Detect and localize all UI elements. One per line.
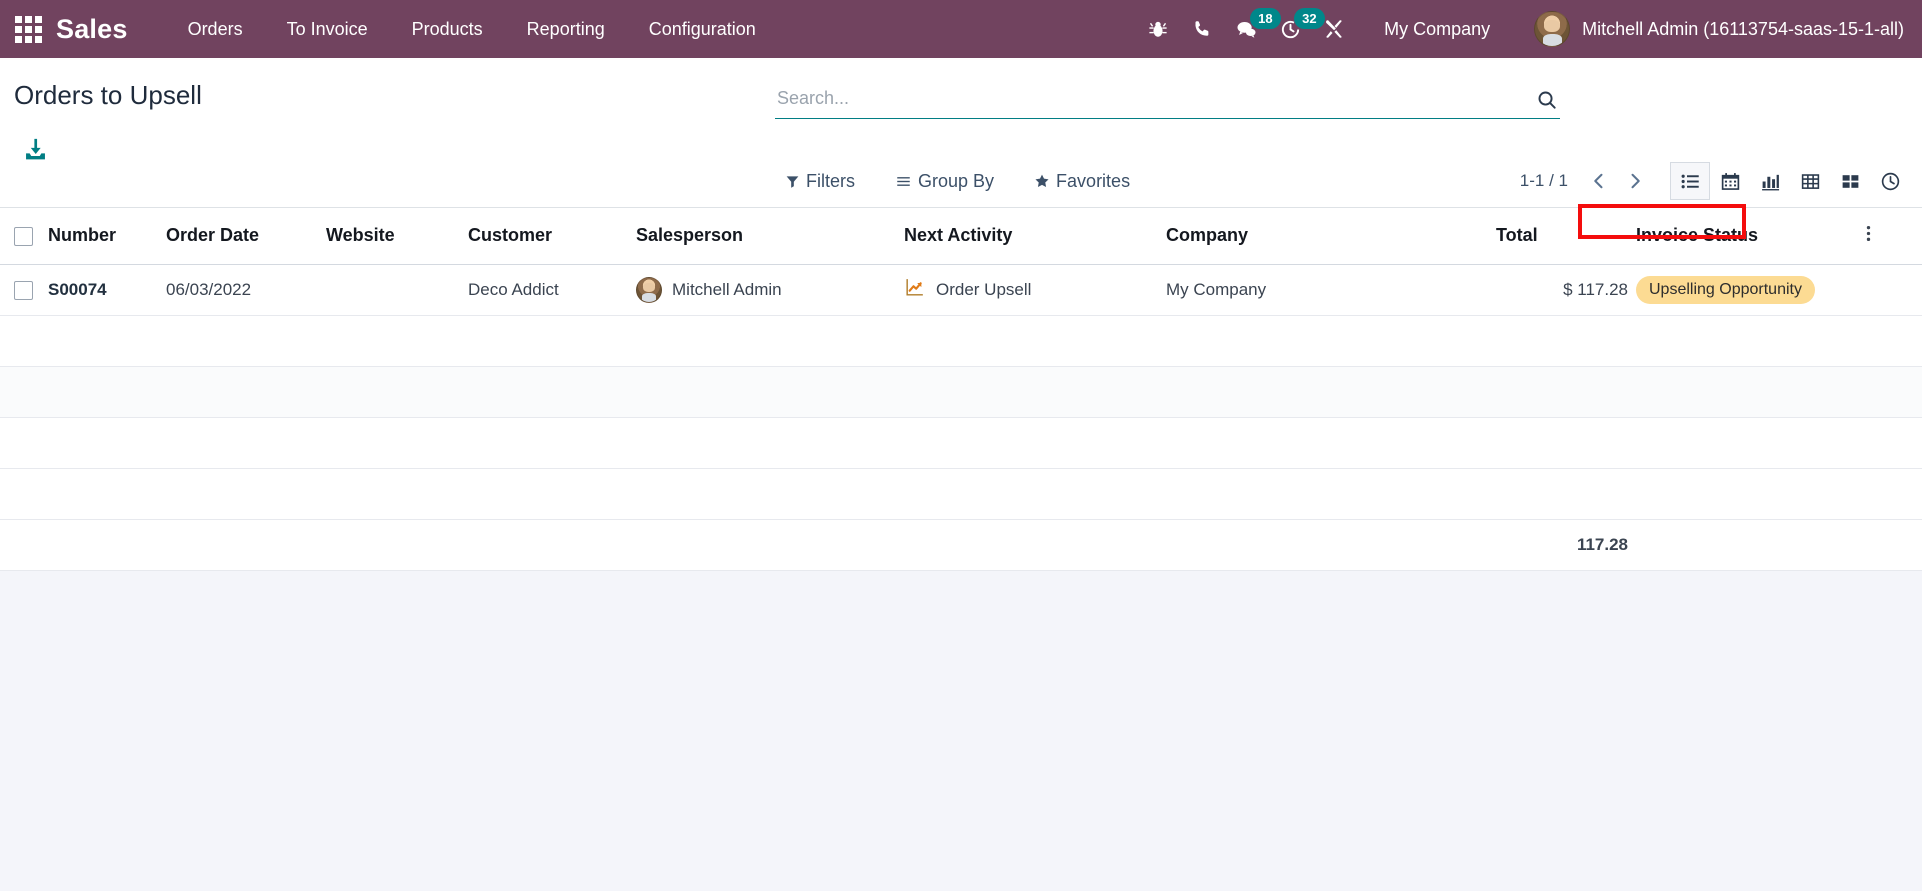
table-body: S00074 06/03/2022 Deco Addict Mitchell A… xyxy=(0,264,1922,571)
user-name-label: Mitchell Admin (16113754-saas-15-1-all) xyxy=(1582,18,1904,39)
pivot-table-icon[interactable] xyxy=(1790,162,1830,200)
pager-value[interactable]: 1-1 / 1 xyxy=(1508,171,1580,191)
control-panel: Orders to Upsell Search... Filters Group… xyxy=(0,58,1922,208)
order-number: S00074 xyxy=(48,279,107,299)
cell-next-activity: Order Upsell xyxy=(904,264,1166,316)
header-invoice-status[interactable]: Invoice Status xyxy=(1636,208,1866,265)
cell-order-date: 06/03/2022 xyxy=(166,264,326,316)
bug-icon[interactable] xyxy=(1136,0,1180,58)
header-next-activity[interactable]: Next Activity xyxy=(904,208,1166,265)
menu-to-invoice[interactable]: To Invoice xyxy=(265,0,390,58)
row-checkbox[interactable] xyxy=(14,280,33,300)
view-switcher xyxy=(1670,162,1910,200)
avatar xyxy=(1534,11,1571,47)
empty-cell xyxy=(0,468,1922,520)
cell-company: My Company xyxy=(1166,264,1496,316)
bar-chart-icon[interactable] xyxy=(1750,162,1790,200)
kanban-icon[interactable] xyxy=(1830,162,1870,200)
salesperson-name: Mitchell Admin xyxy=(672,279,782,299)
page-root: Sales Orders To Invoice Products Reporti… xyxy=(0,0,1922,891)
header-company[interactable]: Company xyxy=(1166,208,1496,265)
pager-and-views: 1-1 / 1 xyxy=(1508,162,1910,200)
status-badge: Upselling Opportunity xyxy=(1636,275,1815,304)
menu-configuration[interactable]: Configuration xyxy=(627,0,778,58)
optional-columns-button[interactable] xyxy=(1866,208,1922,265)
empty-cell xyxy=(0,366,1922,418)
empty-cell xyxy=(0,315,1922,367)
group-by-label: Group By xyxy=(918,170,995,191)
menu-orders[interactable]: Orders xyxy=(166,0,265,58)
vertical-dots-icon xyxy=(1866,223,1871,249)
empty-row xyxy=(0,468,1922,520)
cell-total: $ 117.28 xyxy=(1496,264,1636,316)
apps-grid-icon xyxy=(14,15,42,43)
top-navbar: Sales Orders To Invoice Products Reporti… xyxy=(0,0,1922,58)
chevron-left-icon[interactable] xyxy=(1582,164,1616,198)
chevron-right-icon[interactable] xyxy=(1618,164,1652,198)
orders-table: Number Order Date Website Customer Sales… xyxy=(0,208,1922,571)
page-title: Orders to Upsell xyxy=(14,80,202,110)
search-box[interactable] xyxy=(775,84,1560,119)
search-options-row: Filters Group By Favorites 1-1 / 1 xyxy=(775,158,1910,204)
phone-icon[interactable] xyxy=(1180,0,1224,58)
footer-total-amount: 117.28 xyxy=(1496,519,1636,571)
next-activity-label: Order Upsell xyxy=(936,279,1032,299)
list-icon[interactable] xyxy=(1670,162,1710,200)
clock-icon[interactable] xyxy=(1870,162,1910,200)
menu-reporting[interactable]: Reporting xyxy=(505,0,627,58)
favorites-label: Favorites xyxy=(1056,170,1131,191)
group-by-dropdown[interactable]: Group By xyxy=(885,167,1004,196)
filters-label: Filters xyxy=(806,170,855,191)
header-order-date[interactable]: Order Date xyxy=(166,208,326,265)
tools-icon[interactable] xyxy=(1312,0,1356,58)
orders-list: Number Order Date Website Customer Sales… xyxy=(0,208,1922,571)
table-row[interactable]: S00074 06/03/2022 Deco Addict Mitchell A… xyxy=(0,264,1922,316)
empty-row xyxy=(0,315,1922,367)
messages-icon[interactable]: 18 xyxy=(1224,0,1281,58)
cell-options xyxy=(1866,264,1922,316)
select-all-checkbox[interactable] xyxy=(14,227,33,246)
search-area xyxy=(775,84,1560,119)
cell-invoice-status: Upselling Opportunity xyxy=(1636,264,1866,316)
activities-clock-icon[interactable]: 32 xyxy=(1268,0,1325,58)
header-customer[interactable]: Customer xyxy=(468,208,636,265)
empty-row xyxy=(0,366,1922,418)
filters-dropdown[interactable]: Filters xyxy=(775,167,865,196)
favorites-dropdown[interactable]: Favorites xyxy=(1024,167,1140,196)
cell-website xyxy=(326,264,468,316)
calendar-icon[interactable] xyxy=(1710,162,1750,200)
header-website[interactable]: Website xyxy=(326,208,468,265)
cell-number: S00074 xyxy=(48,264,166,316)
row-select-cell xyxy=(0,264,48,316)
app-brand-sales[interactable]: Sales xyxy=(56,14,128,45)
table-head: Number Order Date Website Customer Sales… xyxy=(0,208,1922,265)
salesperson-avatar xyxy=(636,276,662,303)
bars-icon xyxy=(895,174,912,189)
empty-row xyxy=(0,417,1922,469)
empty-cell xyxy=(0,417,1922,469)
user-menu[interactable]: Mitchell Admin (16113754-saas-15-1-all) xyxy=(1508,11,1904,47)
header-number[interactable]: Number xyxy=(48,208,166,265)
company-switcher[interactable]: My Company xyxy=(1366,19,1508,40)
header-salesperson[interactable]: Salesperson xyxy=(636,208,904,265)
header-total[interactable]: Total xyxy=(1496,208,1636,265)
download-import-icon[interactable] xyxy=(22,136,49,168)
search-icon[interactable] xyxy=(1528,89,1560,113)
table-header-row: Number Order Date Website Customer Sales… xyxy=(0,208,1922,265)
star-icon xyxy=(1034,173,1050,189)
funnel-icon xyxy=(785,174,800,189)
cell-customer: Deco Addict xyxy=(468,264,636,316)
cell-salesperson: Mitchell Admin xyxy=(636,264,904,316)
table-footer-row: 117.28 xyxy=(0,519,1922,571)
menu-products[interactable]: Products xyxy=(390,0,505,58)
select-all-header xyxy=(0,208,48,265)
apps-menu-button[interactable] xyxy=(0,0,56,58)
search-input[interactable] xyxy=(775,84,1528,113)
trending-up-icon[interactable] xyxy=(904,277,926,302)
